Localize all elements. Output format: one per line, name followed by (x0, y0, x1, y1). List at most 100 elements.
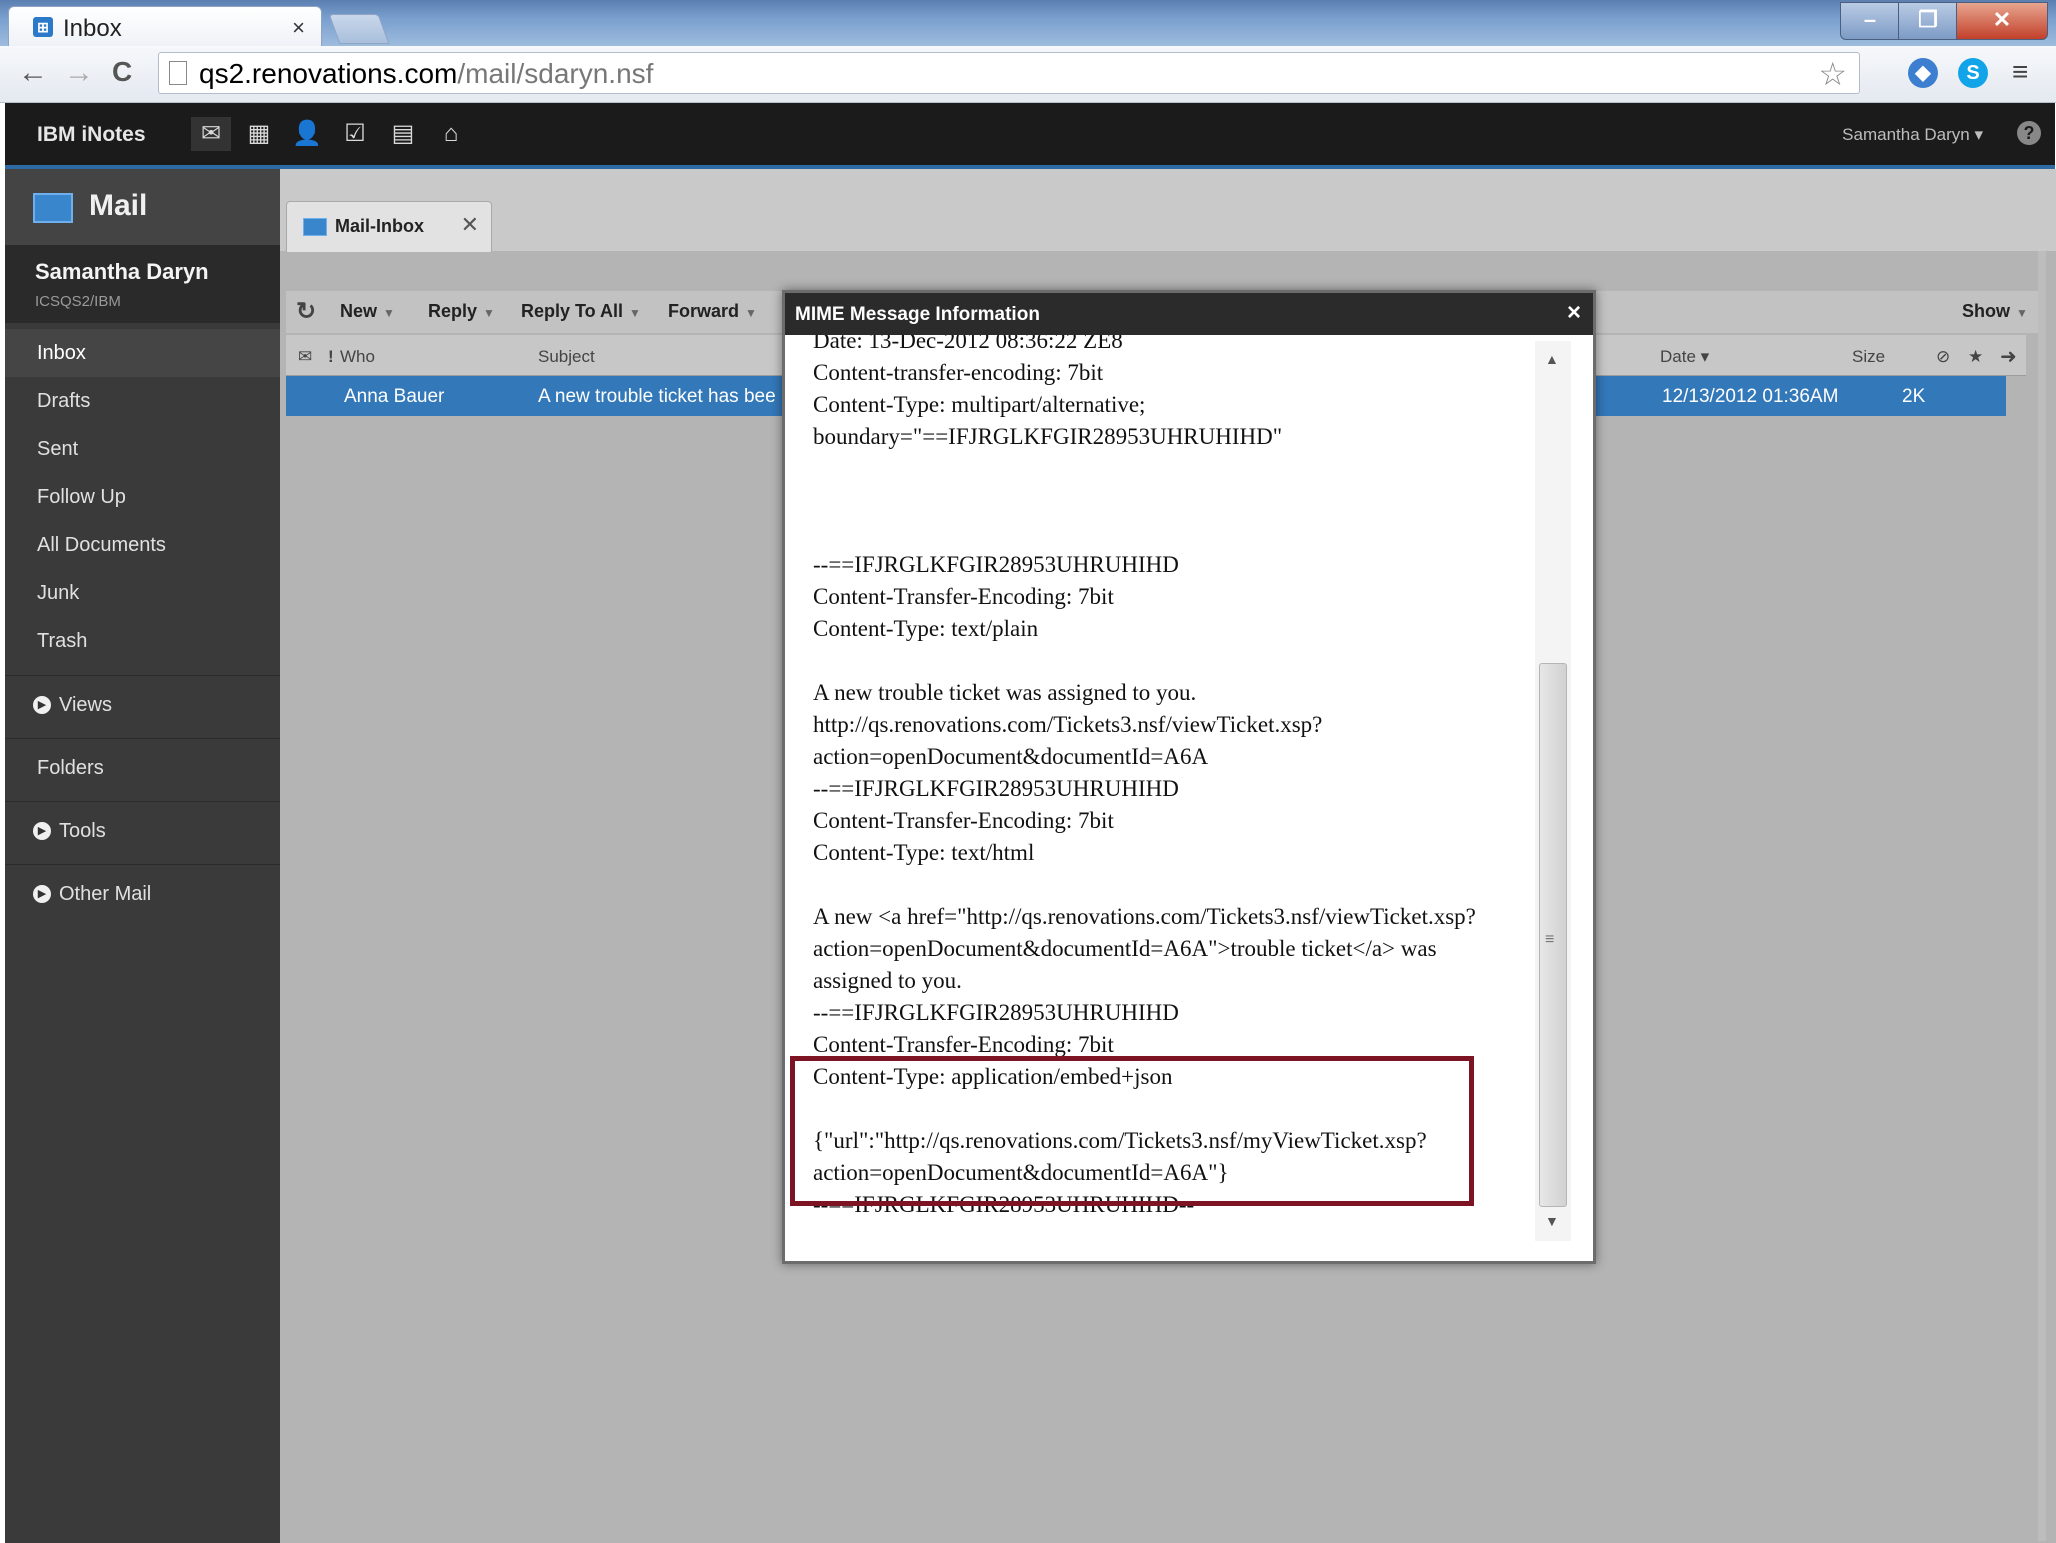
reply-button[interactable]: Reply ▼ (428, 301, 495, 322)
folder-follow-up[interactable]: Follow Up (5, 473, 280, 521)
folder-drafts[interactable]: Drafts (5, 377, 280, 425)
dialog-scrollbar[interactable]: ▲ ≡ ▼ (1535, 341, 1571, 1241)
section-folders[interactable]: Folders (5, 738, 280, 799)
folder-trash[interactable]: Trash (5, 617, 280, 665)
address-bar[interactable]: qs2.renovations.com/mail/sdaryn.nsf ☆ (158, 52, 1860, 94)
mail-header: Mail (5, 169, 280, 245)
mailbox-owner: Samantha Daryn ICSQS2/IBM (5, 245, 280, 323)
skype-icon[interactable]: S (1958, 58, 1988, 88)
home-icon[interactable]: ⌂ (431, 117, 471, 151)
reply-label: Reply (428, 301, 478, 321)
envelope-icon (33, 193, 73, 223)
section-label: Tools (59, 820, 106, 842)
close-dialog-icon[interactable]: × (1567, 299, 1581, 327)
new-button[interactable]: New ▼ (340, 301, 395, 322)
forward-label: Forward (668, 301, 740, 321)
grip-icon: ≡ (1545, 931, 1555, 948)
folder-label: Follow Up (37, 486, 126, 508)
user-menu[interactable]: Samantha Daryn ▾ (1842, 125, 1983, 145)
show-button[interactable]: Show ▼ (1962, 301, 2028, 322)
refresh-icon[interactable]: ↻ (296, 297, 316, 326)
page-icon (169, 61, 187, 85)
todo-icon[interactable]: ☑ (335, 117, 375, 151)
folder-junk[interactable]: Junk (5, 569, 280, 617)
column-size[interactable]: Size (1852, 347, 1885, 367)
url-host: qs2.renovations.com (199, 58, 458, 89)
column-date[interactable]: Date ▾ (1660, 347, 1709, 367)
section-tools[interactable]: ▶ Tools (5, 801, 280, 862)
folder-inbox[interactable]: Inbox (5, 329, 280, 377)
extension-icon[interactable]: ◆ (1908, 58, 1938, 88)
folder-label: Sent (37, 438, 79, 460)
column-who[interactable]: Who (340, 347, 375, 367)
section-other-mail[interactable]: ▶ Other Mail (5, 864, 280, 925)
contacts-icon[interactable]: 👤 (287, 117, 327, 151)
scroll-down-icon[interactable]: ▼ (1545, 1213, 1559, 1229)
new-label: New (340, 301, 378, 321)
browser-tab[interactable]: ⊞ Inbox × (8, 6, 322, 47)
scroll-up-icon[interactable]: ▲ (1545, 351, 1559, 367)
section-label: Views (59, 694, 112, 716)
window-controls: – ❐ ✕ (1840, 2, 2048, 40)
reply-all-button[interactable]: Reply To All ▼ (521, 301, 641, 322)
folder-sent[interactable]: Sent (5, 425, 280, 473)
forward-icon[interactable]: → (64, 56, 94, 90)
section-label: Other Mail (59, 883, 152, 905)
maximize-window-icon[interactable]: ❐ (1898, 2, 1958, 40)
folder-all-documents[interactable]: All Documents (5, 521, 280, 569)
menu-icon[interactable]: ≡ (2012, 56, 2028, 88)
attachment-icon[interactable]: ⊘ (1936, 347, 1950, 367)
mail-title: Mail (89, 189, 148, 222)
folder-label: Inbox (37, 342, 86, 364)
reload-icon[interactable]: C (112, 56, 132, 88)
app-banner: IBM iNotes ✉ ▦ 👤 ☑ ▤ ⌂ Samantha Daryn ▾ … (5, 103, 2055, 169)
read-status-icon[interactable]: ✉ (298, 347, 312, 367)
folder-label: Junk (37, 582, 80, 604)
star-icon[interactable]: ☆ (1818, 55, 1847, 93)
close-tab-icon[interactable]: ✕ (461, 212, 479, 238)
folder-label: Drafts (37, 390, 91, 412)
envelope-icon (303, 218, 327, 236)
browser-tabstrip: ⊞ Inbox × – ❐ ✕ (0, 0, 2056, 47)
calendar-icon[interactable]: ▦ (239, 117, 279, 151)
minimize-window-icon[interactable]: – (1840, 2, 1900, 40)
column-subject[interactable]: Subject (538, 347, 595, 367)
user-menu-label: Samantha Daryn (1842, 125, 1970, 144)
show-label: Show (1962, 301, 2010, 321)
back-icon[interactable]: ← (18, 56, 48, 90)
owner-name: Samantha Daryn (35, 259, 209, 284)
view-scrollbar[interactable] (2038, 251, 2046, 1541)
section-label: Folders (37, 757, 104, 779)
expand-icon: ▶ (33, 885, 51, 903)
forward-button[interactable]: Forward ▼ (668, 301, 757, 322)
next-icon[interactable]: ➜ (2000, 344, 2017, 369)
dialog-titlebar: MIME Message Information × (785, 293, 1593, 335)
expand-icon: ▶ (33, 696, 51, 714)
expand-icon: ▶ (33, 822, 51, 840)
close-window-icon[interactable]: ✕ (1956, 2, 2048, 40)
highlight-box (790, 1056, 1474, 1206)
new-tab-button[interactable] (328, 14, 390, 44)
row-subject: A new trouble ticket has bee (538, 386, 776, 407)
row-date: 12/13/2012 01:36AM (1662, 386, 1839, 407)
url-path: /mail/sdaryn.nsf (457, 58, 654, 89)
row-who: Anna Bauer (344, 386, 445, 407)
mail-icon[interactable]: ✉ (191, 117, 231, 151)
help-icon[interactable]: ? (2017, 121, 2041, 145)
reply-all-label: Reply To All (521, 301, 624, 321)
row-size: 2K (1902, 386, 1926, 407)
section-views[interactable]: ▶ Views (5, 675, 280, 736)
inbox-favicon-icon: ⊞ (33, 17, 53, 37)
column-date-label: Date (1660, 347, 1696, 366)
tab-mail-inbox[interactable]: Mail-Inbox ✕ (286, 201, 492, 252)
importance-icon[interactable]: ! (328, 347, 334, 367)
folder-label: Trash (37, 630, 88, 652)
navigation-pane: Mail Samantha Daryn ICSQS2/IBM Inbox Dra… (5, 169, 280, 1543)
notebook-icon[interactable]: ▤ (383, 117, 423, 151)
browser-toolbar: ← → C qs2.renovations.com/mail/sdaryn.ns… (0, 46, 2056, 103)
tab-title: Inbox (63, 15, 122, 42)
star-column-icon[interactable]: ★ (1968, 347, 1983, 367)
folder-label: All Documents (37, 534, 166, 556)
tab-close-icon[interactable]: × (292, 15, 305, 41)
app-brand: IBM iNotes (37, 123, 146, 146)
